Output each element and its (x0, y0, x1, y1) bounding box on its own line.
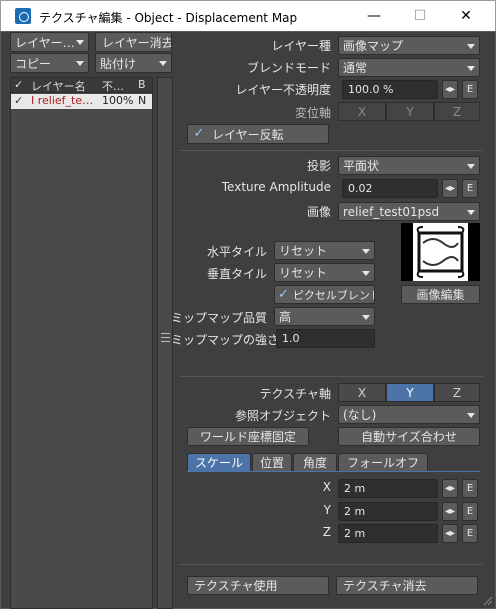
texture-axis-label: テクスチャ軸 (259, 387, 331, 401)
layer-row-blend: N (138, 94, 147, 107)
layer-invert-check-icon: ✓ (193, 126, 205, 141)
texture-editor-body: レイヤー… レイヤー消去 コピー 貼付け ✓ レイヤー名 不… B ✓ I re… (0, 31, 496, 609)
mip-quality-dropdown[interactable]: 高 (274, 307, 375, 326)
mip-strength-field[interactable]: 1.0 (276, 329, 375, 348)
image-dropdown[interactable]: relief_test01psd (338, 202, 480, 221)
scale-y-label: Y (323, 503, 331, 517)
auto-size-button[interactable]: 自動サイズ合わせ (338, 427, 480, 446)
scale-y-field[interactable]: 2 m (338, 502, 438, 521)
horizontal-tile-label: 水平タイル (206, 245, 267, 259)
reference-object-label: 参照オブジェクト (234, 409, 331, 423)
header-name: レイヤー名 (31, 80, 86, 93)
layer-menu-dropdown[interactable]: レイヤー… (10, 32, 89, 52)
opacity-envelope-button[interactable]: E (462, 80, 478, 99)
blend-mode-label: ブレンドモード (246, 61, 331, 75)
edit-image-button[interactable]: 画像編集 (401, 285, 480, 304)
disp-axis-x[interactable]: X (338, 102, 386, 121)
horizontal-tile-dropdown[interactable]: リセット (274, 241, 375, 260)
scale-x-label: X (322, 480, 331, 494)
tab-position[interactable]: 位置 (252, 453, 292, 471)
divider (179, 564, 483, 565)
image-label: 画像 (306, 205, 331, 219)
divider (179, 150, 483, 151)
scale-x-stepper-icon[interactable]: ◂▸ (442, 479, 458, 498)
layer-list-header: ✓ レイヤー名 不… B (11, 78, 152, 93)
layer-list: ✓ レイヤー名 不… B ✓ I relief_te… 100% N (10, 77, 153, 609)
scale-x-envelope-button[interactable]: E (462, 479, 478, 498)
mip-quality-label: ミップマップ品質 (171, 311, 268, 325)
displacement-axis-label: 変位軸 (294, 106, 331, 120)
amplitude-envelope-button[interactable]: E (462, 179, 478, 198)
projection-dropdown[interactable]: 平面状 (338, 156, 480, 175)
layer-row-name: I relief_te… (31, 94, 94, 107)
delete-texture-button[interactable]: テクスチャ消去 (336, 576, 478, 595)
disp-axis-y[interactable]: Y (386, 102, 434, 121)
layer-type-dropdown[interactable]: 画像マップ (338, 36, 480, 55)
layer-row-opacity: 100% (102, 94, 134, 107)
tab-falloff[interactable]: フォールオフ (338, 453, 428, 471)
paste-dropdown[interactable]: 貼付け (95, 53, 172, 73)
pixel-blend-toggle[interactable]: ✓ ピクセルブレンド (274, 285, 375, 304)
use-texture-button[interactable]: テクスチャ使用 (187, 576, 329, 595)
world-coordinates-button[interactable]: ワールド座標固定 (187, 427, 309, 446)
header-opacity: 不… (102, 80, 124, 93)
tex-axis-x[interactable]: X (338, 383, 386, 402)
blend-mode-dropdown[interactable]: 通常 (338, 58, 480, 77)
app-icon (15, 8, 31, 24)
disp-axis-z[interactable]: Z (434, 102, 480, 121)
layer-invert-toggle[interactable]: ✓ レイヤー反転 (187, 124, 329, 144)
tab-underline (187, 471, 480, 472)
opacity-label: レイヤー不透明度 (235, 83, 331, 97)
header-blend: B (138, 78, 146, 91)
mip-strength-label: ミップマップの強さ (171, 333, 280, 347)
scale-y-stepper-icon[interactable]: ◂▸ (442, 502, 458, 521)
texture-amplitude-label: Texture Amplitude (221, 180, 331, 194)
title-bar: テクスチャ編集 - Object - Displacement Map — ☐ … (0, 0, 496, 31)
texture-amplitude-field[interactable]: 0.02 (342, 179, 438, 198)
scale-y-envelope-button[interactable]: E (462, 502, 478, 521)
scale-z-envelope-button[interactable]: E (462, 524, 478, 543)
opacity-field[interactable]: 100.0 % (342, 80, 438, 99)
maximize-button[interactable]: ☐ (397, 1, 443, 31)
scale-z-label: Z (322, 525, 331, 539)
tex-axis-y[interactable]: Y (386, 383, 434, 402)
pixel-blend-check-icon: ✓ (278, 286, 289, 302)
layer-delete-button[interactable]: レイヤー消去 (95, 32, 172, 52)
scale-z-stepper-icon[interactable]: ◂▸ (442, 524, 458, 543)
tab-rotation[interactable]: 角度 (293, 453, 337, 471)
layer-type-label: レイヤー種 (271, 39, 331, 53)
image-preview (401, 223, 480, 281)
opacity-stepper-icon[interactable]: ◂▸ (442, 80, 458, 99)
tex-axis-z[interactable]: Z (434, 383, 480, 402)
window-title: テクスチャ編集 - Object - Displacement Map (39, 11, 298, 25)
copy-dropdown[interactable]: コピー (10, 53, 89, 73)
reference-object-dropdown[interactable]: (なし) (338, 405, 480, 424)
minimize-button[interactable]: — (351, 1, 397, 31)
scale-z-field[interactable]: 2 m (338, 524, 438, 543)
resize-grip-icon[interactable] (483, 595, 493, 606)
vertical-tile-dropdown[interactable]: リセット (274, 263, 375, 282)
scale-x-field[interactable]: 2 m (338, 479, 438, 498)
amplitude-stepper-icon[interactable]: ◂▸ (442, 179, 458, 198)
header-check: ✓ (14, 78, 24, 91)
projection-label: 投影 (306, 159, 331, 173)
tab-scale[interactable]: スケール (187, 453, 251, 471)
vertical-tile-label: 垂直タイル (206, 267, 267, 281)
divider (179, 376, 483, 377)
close-button[interactable]: ✕ (443, 1, 489, 31)
layer-row[interactable]: ✓ I relief_te… 100% N (11, 94, 152, 109)
layer-row-check[interactable]: ✓ (14, 94, 23, 107)
